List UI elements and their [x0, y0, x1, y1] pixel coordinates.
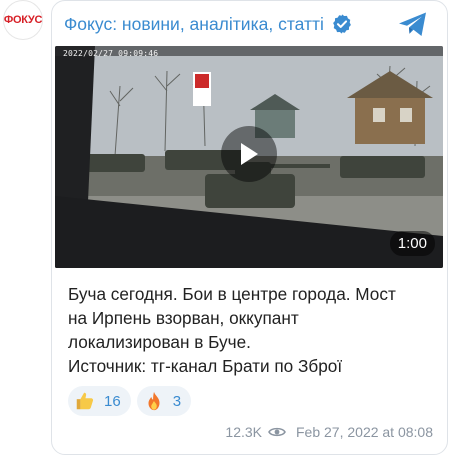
post-card: Фокус: новини, аналітика, статті 2022/02…	[51, 0, 448, 455]
video-timestamp-overlay: 2022/02/27 09:09:46	[63, 49, 159, 58]
channel-title[interactable]: Фокус: новини, аналітика, статті	[64, 14, 324, 35]
post-text-line: Источник: тг-канал Брати по Зброї	[68, 356, 343, 376]
reaction-count: 16	[104, 392, 121, 410]
post-header: Фокус: новини, аналітика, статті	[64, 9, 434, 39]
post-text-line: локализирован в Буче.	[68, 332, 251, 352]
thumbs-up-icon	[76, 392, 94, 410]
reaction-thumbs-up[interactable]: 16	[68, 386, 131, 416]
reaction-count: 3	[172, 392, 182, 410]
view-count: 12.3K	[225, 424, 262, 440]
eye-icon	[268, 427, 286, 437]
post-text-line: Буча сегодня. Бои в центре города. Мост	[68, 284, 396, 304]
play-button[interactable]	[221, 126, 277, 182]
video-duration-badge: 1:00	[389, 231, 435, 256]
reaction-fire[interactable]: 3	[136, 386, 192, 416]
video-player[interactable]: 2022/02/27 09:09:46 1:00	[55, 46, 443, 268]
avatar-logo-text: ФОКУС	[3, 14, 43, 26]
verified-badge-icon	[333, 14, 351, 34]
post-message: Буча сегодня. Бои в центре города. Мост …	[68, 282, 438, 378]
post-date[interactable]: Feb 27, 2022 at 08:08	[296, 424, 433, 440]
reactions-bar: 16 3	[68, 386, 192, 416]
fire-icon	[148, 391, 160, 411]
channel-avatar[interactable]: ФОКУС	[3, 0, 43, 40]
post-text-line: на Ирпень взорван, оккупант	[68, 308, 299, 328]
telegram-logo-icon[interactable]	[396, 7, 430, 41]
post-footer: 12.3K Feb 27, 2022 at 08:08	[225, 424, 433, 440]
play-icon	[241, 143, 258, 165]
